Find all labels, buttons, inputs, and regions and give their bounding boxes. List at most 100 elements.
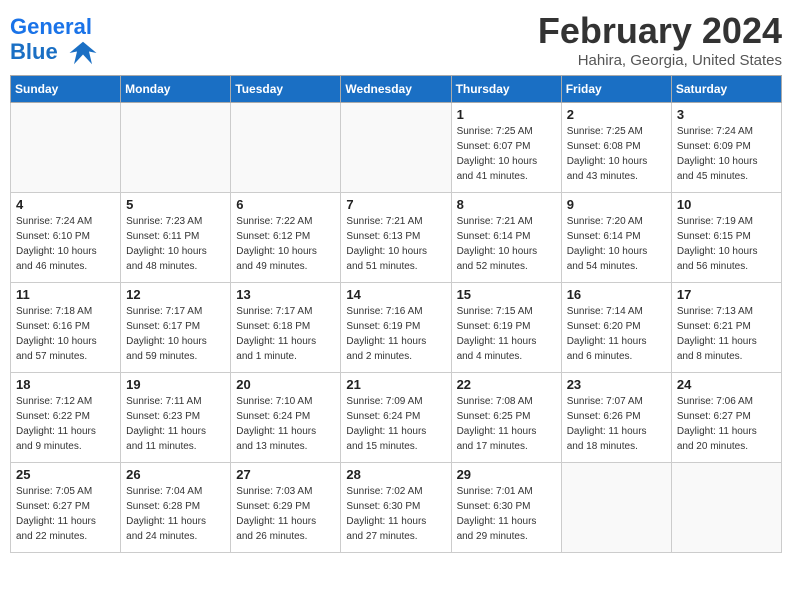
calendar-cell: 14Sunrise: 7:16 AM Sunset: 6:19 PM Dayli…	[341, 283, 451, 373]
calendar-cell: 11 Sunrise: 7:18 AM Sunset: 6:16 PM Dayli…	[11, 283, 121, 373]
title-block: February 2024 Hahira, Georgia, United St…	[538, 10, 782, 69]
cell-info: Sunrise: 7:04 AM Sunset: 6:28 PM Dayligh…	[126, 484, 225, 544]
calendar-cell: 20Sunrise: 7:10 AM Sunset: 6:24 PM Dayli…	[231, 373, 341, 463]
day-number: 11	[16, 287, 115, 302]
day-number: 6	[236, 197, 335, 212]
calendar-cell: 23 Sunrise: 7:07 AM Sunset: 6:26 PM Dayli…	[561, 373, 671, 463]
logo-bird-icon	[68, 38, 98, 68]
column-header-wednesday: Wednesday	[341, 76, 451, 103]
day-number: 21	[346, 377, 445, 392]
cell-info: Sunrise: 7:20 AM Sunset: 6:14 PM Dayligh…	[567, 214, 666, 274]
cell-info: Sunrise: 7:01 AM Sunset: 6:30 PM Dayligh…	[457, 484, 556, 544]
day-number: 19	[126, 377, 225, 392]
week-row-1: 1Sunrise: 7:25 AM Sunset: 6:07 PM Daylig…	[11, 103, 782, 193]
cell-info: Sunrise: 7:22 AM Sunset: 6:12 PM Dayligh…	[236, 214, 335, 274]
cell-info: Sunrise: 7:02 AM Sunset: 6:30 PM Dayligh…	[346, 484, 445, 544]
calendar-cell: 27 Sunrise: 7:03 AM Sunset: 6:29 PM Dayli…	[231, 463, 341, 553]
column-header-tuesday: Tuesday	[231, 76, 341, 103]
day-number: 23	[567, 377, 666, 392]
day-number: 26	[126, 467, 225, 482]
column-header-sunday: Sunday	[11, 76, 121, 103]
calendar-cell: 4 Sunrise: 7:24 AM Sunset: 6:10 PM Daylig…	[11, 193, 121, 283]
location-title: Hahira, Georgia, United States	[538, 52, 782, 69]
cell-info: Sunrise: 7:12 AM Sunset: 6:22 PM Dayligh…	[16, 394, 115, 454]
cell-info: Sunrise: 7:14 AM Sunset: 6:20 PM Dayligh…	[567, 304, 666, 364]
calendar-cell	[11, 103, 121, 193]
cell-info: Sunrise: 7:07 AM Sunset: 6:26 PM Dayligh…	[567, 394, 666, 454]
cell-info: Sunrise: 7:11 AM Sunset: 6:23 PM Dayligh…	[126, 394, 225, 454]
calendar-cell: 2 Sunrise: 7:25 AM Sunset: 6:08 PM Daylig…	[561, 103, 671, 193]
day-number: 22	[457, 377, 556, 392]
calendar-cell: 6 Sunrise: 7:22 AM Sunset: 6:12 PM Daylig…	[231, 193, 341, 283]
calendar-cell: 18 Sunrise: 7:12 AM Sunset: 6:22 PM Dayli…	[11, 373, 121, 463]
column-header-monday: Monday	[121, 76, 231, 103]
cell-info: Sunrise: 7:24 AM Sunset: 6:09 PM Dayligh…	[677, 124, 776, 184]
calendar-cell: 9 Sunrise: 7:20 AM Sunset: 6:14 PM Daylig…	[561, 193, 671, 283]
calendar-cell: 25 Sunrise: 7:05 AM Sunset: 6:27 PM Dayli…	[11, 463, 121, 553]
day-number: 7	[346, 197, 445, 212]
cell-info: Sunrise: 7:15 AM Sunset: 6:19 PM Dayligh…	[457, 304, 556, 364]
day-number: 5	[126, 197, 225, 212]
logo: General Blue	[10, 16, 98, 68]
day-number: 28	[346, 467, 445, 482]
calendar-cell: 22 Sunrise: 7:08 AM Sunset: 6:25 PM Dayli…	[451, 373, 561, 463]
cell-info: Sunrise: 7:13 AM Sunset: 6:21 PM Dayligh…	[677, 304, 776, 364]
calendar-cell: 5 Sunrise: 7:23 AM Sunset: 6:11 PM Daylig…	[121, 193, 231, 283]
cell-info: Sunrise: 7:18 AM Sunset: 6:16 PM Dayligh…	[16, 304, 115, 364]
calendar-cell: 15Sunrise: 7:15 AM Sunset: 6:19 PM Dayli…	[451, 283, 561, 373]
calendar-cell: 10Sunrise: 7:19 AM Sunset: 6:15 PM Dayli…	[671, 193, 781, 283]
calendar-cell: 26 Sunrise: 7:04 AM Sunset: 6:28 PM Dayli…	[121, 463, 231, 553]
calendar-cell: 12 Sunrise: 7:17 AM Sunset: 6:17 PM Dayli…	[121, 283, 231, 373]
week-row-4: 18 Sunrise: 7:12 AM Sunset: 6:22 PM Dayli…	[11, 373, 782, 463]
cell-info: Sunrise: 7:24 AM Sunset: 6:10 PM Dayligh…	[16, 214, 115, 274]
calendar-cell: 8Sunrise: 7:21 AM Sunset: 6:14 PM Daylig…	[451, 193, 561, 283]
calendar-cell: 21 Sunrise: 7:09 AM Sunset: 6:24 PM Dayli…	[341, 373, 451, 463]
calendar-cell: 13 Sunrise: 7:17 AM Sunset: 6:18 PM Dayli…	[231, 283, 341, 373]
day-number: 18	[16, 377, 115, 392]
cell-info: Sunrise: 7:23 AM Sunset: 6:11 PM Dayligh…	[126, 214, 225, 274]
day-number: 9	[567, 197, 666, 212]
calendar-cell: 28 Sunrise: 7:02 AM Sunset: 6:30 PM Dayli…	[341, 463, 451, 553]
week-row-5: 25 Sunrise: 7:05 AM Sunset: 6:27 PM Dayli…	[11, 463, 782, 553]
week-row-3: 11 Sunrise: 7:18 AM Sunset: 6:16 PM Dayli…	[11, 283, 782, 373]
day-number: 24	[677, 377, 776, 392]
day-number: 3	[677, 107, 776, 122]
cell-info: Sunrise: 7:09 AM Sunset: 6:24 PM Dayligh…	[346, 394, 445, 454]
calendar-cell	[561, 463, 671, 553]
week-row-2: 4 Sunrise: 7:24 AM Sunset: 6:10 PM Daylig…	[11, 193, 782, 283]
column-header-friday: Friday	[561, 76, 671, 103]
day-number: 20	[236, 377, 335, 392]
day-number: 17	[677, 287, 776, 302]
day-number: 2	[567, 107, 666, 122]
day-number: 27	[236, 467, 335, 482]
calendar-cell: 19 Sunrise: 7:11 AM Sunset: 6:23 PM Dayli…	[121, 373, 231, 463]
cell-info: Sunrise: 7:17 AM Sunset: 6:17 PM Dayligh…	[126, 304, 225, 364]
calendar-cell: 3 Sunrise: 7:24 AM Sunset: 6:09 PM Daylig…	[671, 103, 781, 193]
calendar-cell: 7Sunrise: 7:21 AM Sunset: 6:13 PM Daylig…	[341, 193, 451, 283]
calendar-cell	[341, 103, 451, 193]
cell-info: Sunrise: 7:05 AM Sunset: 6:27 PM Dayligh…	[16, 484, 115, 544]
calendar-cell: 1Sunrise: 7:25 AM Sunset: 6:07 PM Daylig…	[451, 103, 561, 193]
day-number: 12	[126, 287, 225, 302]
day-number: 29	[457, 467, 556, 482]
cell-info: Sunrise: 7:03 AM Sunset: 6:29 PM Dayligh…	[236, 484, 335, 544]
calendar-cell: 17 Sunrise: 7:13 AM Sunset: 6:21 PM Dayli…	[671, 283, 781, 373]
cell-info: Sunrise: 7:16 AM Sunset: 6:19 PM Dayligh…	[346, 304, 445, 364]
day-number: 25	[16, 467, 115, 482]
calendar-cell: 16Sunrise: 7:14 AM Sunset: 6:20 PM Dayli…	[561, 283, 671, 373]
calendar-cell	[121, 103, 231, 193]
day-number: 4	[16, 197, 115, 212]
calendar-cell	[671, 463, 781, 553]
cell-info: Sunrise: 7:25 AM Sunset: 6:08 PM Dayligh…	[567, 124, 666, 184]
calendar-cell: 29 Sunrise: 7:01 AM Sunset: 6:30 PM Dayli…	[451, 463, 561, 553]
day-number: 10	[677, 197, 776, 212]
logo-text-line2: Blue	[10, 38, 98, 68]
day-number: 13	[236, 287, 335, 302]
calendar-header-row: SundayMondayTuesdayWednesdayThursdayFrid…	[11, 76, 782, 103]
calendar-table: SundayMondayTuesdayWednesdayThursdayFrid…	[10, 75, 782, 553]
cell-info: Sunrise: 7:17 AM Sunset: 6:18 PM Dayligh…	[236, 304, 335, 364]
column-header-saturday: Saturday	[671, 76, 781, 103]
column-header-thursday: Thursday	[451, 76, 561, 103]
cell-info: Sunrise: 7:08 AM Sunset: 6:25 PM Dayligh…	[457, 394, 556, 454]
day-number: 8	[457, 197, 556, 212]
